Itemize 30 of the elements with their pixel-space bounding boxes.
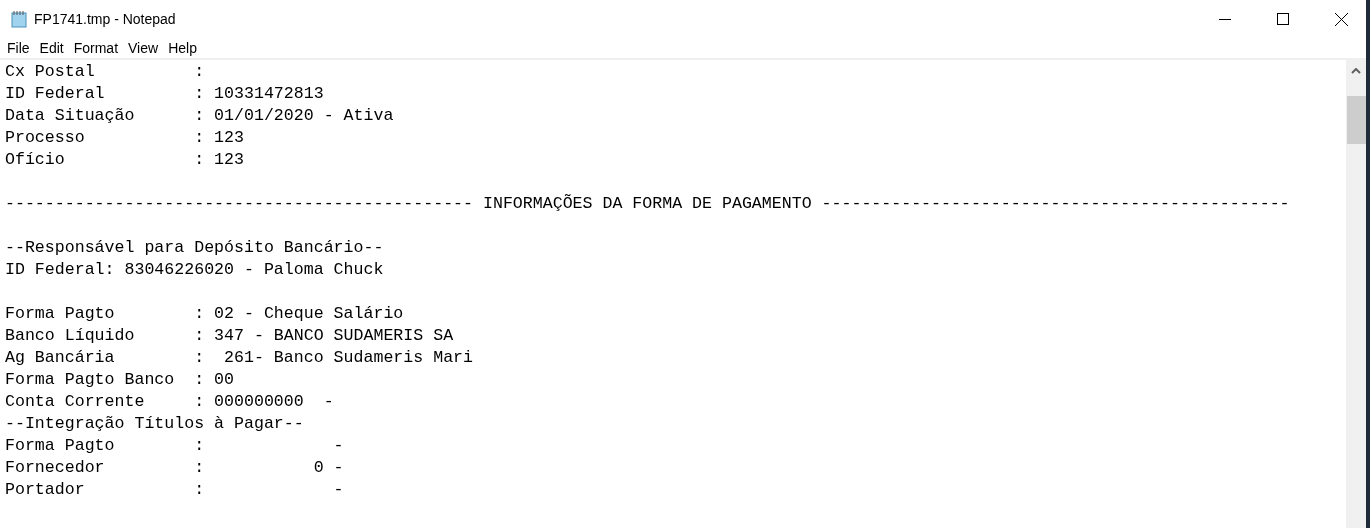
menu-item[interactable]: Edit [34,37,69,59]
scrollbar-thumb[interactable] [1346,96,1366,144]
text-line: Processo : 123 [5,127,244,149]
text-line: Data Situação : 01/01/2020 - Ativa [5,105,394,127]
text-line: Forma Pagto : - [5,435,344,457]
text-line: Ag Bancária : 261- Banco Sudameris Mari [5,347,474,369]
text-line: Forma Pagto Banco : 00 [5,369,235,391]
text-line: --Integração Títulos à Pagar-- [5,413,304,435]
text-line: --Responsável para Depósito Bancário-- [5,237,384,259]
notepad-icon [10,10,28,28]
text-line: Forma Pagto : 02 - Cheque Salário [5,303,404,325]
text-line: Conta Corrente : 000000000 - [5,391,334,413]
close-icon [1334,12,1348,26]
window-title: FP1741.tmp - Notepad [34,9,176,29]
text-line: ID Federal: 83046226020 - Paloma Chuck [5,259,384,281]
menu-item[interactable]: Help [163,37,202,59]
menu-item[interactable]: File [2,37,35,59]
text-line: Portador : - [5,479,344,501]
scroll-up-icon[interactable] [1351,68,1361,74]
text-line: Cx Postal : [5,61,205,83]
text-line: ----------------------------------------------- INFORMAÇÕES DA FORMA DE PAGAMENTO ----------------------------------------------- [5,193,1290,215]
text-line: Ofício : 123 [5,149,244,171]
text-line: ID Federal : 10331472813 [5,83,324,105]
maximize-icon [1277,13,1289,25]
menu-item[interactable]: Format [68,37,124,59]
minimize-icon [1219,18,1231,20]
text-line: Fornecedor : 0 - [5,457,344,479]
vertical-scrollbar[interactable] [1346,60,1366,528]
text-line: Banco Líquido : 347 - BANCO SUDAMERIS SA [5,325,454,347]
menu-item[interactable]: View [123,37,164,59]
